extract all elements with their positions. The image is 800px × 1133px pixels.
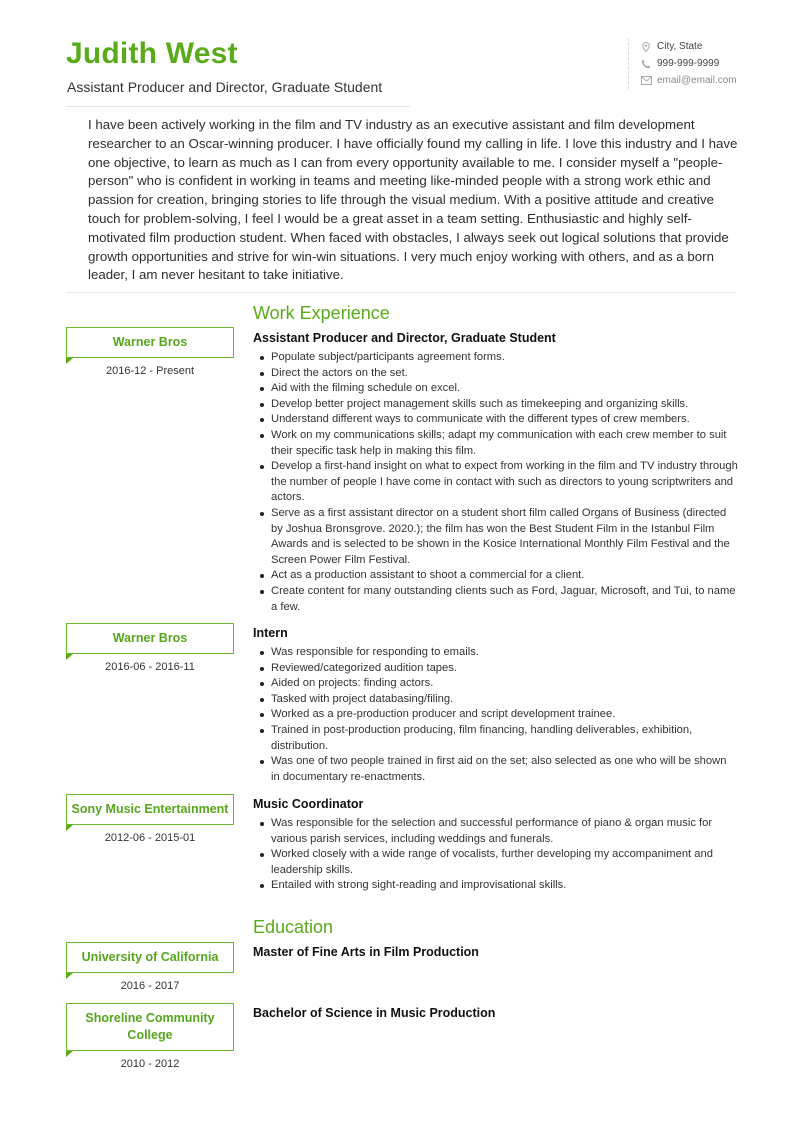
list-item: Aid with the filming schedule on excel. [253,381,738,397]
resume-page: Judith West Assistant Producer and Direc… [0,0,800,1133]
list-item: Work on my communications skills; adapt … [253,428,738,459]
work-entry-left: Warner Bros 2016-12 - Present [66,327,234,377]
phone-icon [639,59,653,69]
education-entry-left: University of California 2016 - 2017 [66,942,234,992]
list-item: Worked closely with a wide range of voca… [253,847,738,878]
envelope-icon [639,76,653,85]
contact-phone: 999-999-9999 [639,55,738,72]
employment-dates: 2012-06 - 2015-01 [104,832,196,844]
work-experience-heading: Work Experience [253,303,390,323]
education-dates: 2010 - 2012 [120,1058,180,1070]
education-heading: Education [253,917,334,937]
list-item: Tasked with project databasing/filing. [253,692,738,708]
professional-summary: I have been actively working in the film… [88,117,738,283]
employment-dates: 2016-12 - Present [105,365,195,377]
degree-title: Master of Fine Arts in Film Production [253,945,479,959]
company-tag: Warner Bros [66,623,234,660]
contact-location: City, State [639,38,738,55]
list-item: Act as a production assistant to shoot a… [253,568,738,584]
list-item: Was responsible for the selection and su… [253,816,738,847]
list-item: Was responsible for responding to emails… [253,645,738,661]
company-tag: Warner Bros [66,327,234,364]
company-tag: Sony Music Entertainment [66,794,234,831]
contact-email[interactable]: email@email.com [639,72,738,89]
header-divider [66,106,410,107]
education-dates: 2016 - 2017 [120,980,180,992]
work-entry-left: Warner Bros 2016-06 - 2016-11 [66,623,234,673]
list-item: Worked as a pre-production producer and … [253,707,738,723]
education-entry-left: Shoreline Community College 2010 - 2012 [66,1003,234,1070]
list-item: Develop a first-hand insight on what to … [253,459,738,506]
list-item: Serve as a first assistant director on a… [253,506,738,568]
work-entry: Intern Was responsible for responding to… [253,625,738,785]
employment-dates: 2016-06 - 2016-11 [105,661,195,673]
job-duties-list: Was responsible for responding to emails… [253,645,738,785]
list-item: Entailed with strong sight-reading and i… [253,878,738,894]
school-tag: Shoreline Community College [66,1003,234,1057]
candidate-headline: Assistant Producer and Director, Graduat… [67,79,383,95]
degree-title: Bachelor of Science in Music Production [253,1006,496,1020]
job-title: Intern [253,626,288,640]
summary-divider [66,292,736,293]
location-text: City, State [657,41,703,52]
work-entry: Music Coordinator Was responsible for th… [253,796,738,894]
list-item: Create content for many outstanding clie… [253,584,738,615]
job-title: Assistant Producer and Director, Graduat… [253,331,556,345]
list-item: Understand different ways to communicate… [253,412,738,428]
education-entry: Master of Fine Arts in Film Production [253,944,738,964]
list-item: Reviewed/categorized audition tapes. [253,661,738,677]
list-item: Direct the actors on the set. [253,366,738,382]
candidate-name: Judith West [66,37,238,70]
work-entry-left: Sony Music Entertainment 2012-06 - 2015-… [66,794,234,844]
education-entry: Bachelor of Science in Music Production [253,1005,738,1025]
list-item: Aided on projects: finding actors. [253,676,738,692]
list-item: Trained in post-production producing, fi… [253,723,738,754]
map-pin-icon [639,41,653,52]
school-tag: University of California [66,942,234,979]
list-item: Populate subject/participants agreement … [253,350,738,366]
job-duties-list: Populate subject/participants agreement … [253,350,738,615]
job-duties-list: Was responsible for the selection and su… [253,816,738,894]
list-item: Was one of two people trained in first a… [253,754,738,785]
contact-info: City, State 999-999-9999 email@email.com [628,38,738,89]
list-item: Develop better project management skills… [253,397,738,413]
work-entry: Assistant Producer and Director, Graduat… [253,330,738,615]
job-title: Music Coordinator [253,797,364,811]
phone-text: 999-999-9999 [657,58,720,69]
email-text[interactable]: email@email.com [657,75,737,86]
